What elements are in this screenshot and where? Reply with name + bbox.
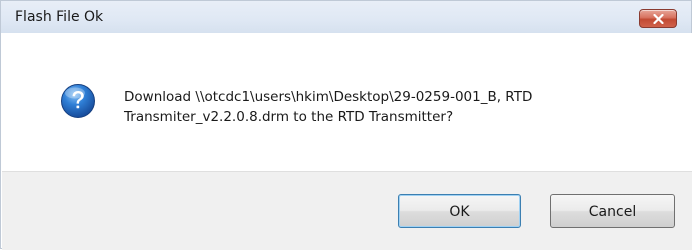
title-bar[interactable]: Flash File Ok [1, 1, 691, 33]
dialog-content: Download \\otcdc1\users\hkim\Desktop\29-… [2, 33, 692, 171]
dialog-message: Download \\otcdc1\users\hkim\Desktop\29-… [124, 89, 533, 125]
close-icon [653, 14, 664, 24]
cancel-button[interactable]: Cancel [550, 194, 675, 228]
close-button[interactable] [639, 9, 677, 28]
window-title: Flash File Ok [15, 9, 104, 25]
button-bar: OK Cancel [2, 171, 692, 250]
ok-button[interactable]: OK [398, 194, 521, 228]
question-icon [61, 84, 95, 118]
dialog-window: Flash File Ok Download \\otcdc1\users\hk… [0, 0, 692, 250]
